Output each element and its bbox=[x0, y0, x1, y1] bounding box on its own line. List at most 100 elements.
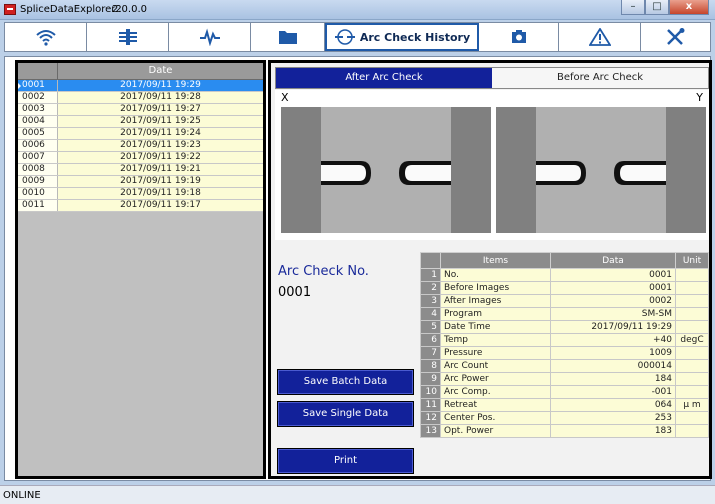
list-item[interactable]: 0010 2017/09/11 19:18 bbox=[18, 188, 263, 200]
list-item[interactable]: 0003 2017/09/11 19:27 bbox=[18, 104, 263, 116]
list-item-number: 0004 bbox=[18, 116, 58, 127]
app-version: 2.0.0.0 bbox=[112, 4, 147, 15]
window-title: SpliceDataExplorer2 bbox=[20, 4, 122, 15]
fiber-images-area: X Y bbox=[275, 90, 709, 240]
list-item-date: 2017/09/11 19:18 bbox=[58, 188, 263, 199]
row-data: 064 bbox=[550, 398, 676, 412]
list-item-number: 0003 bbox=[18, 104, 58, 115]
list-item[interactable]: 0001 2017/09/11 19:29 bbox=[18, 80, 263, 92]
row-number: 7 bbox=[420, 346, 441, 360]
y-view-label: Y bbox=[696, 91, 703, 104]
list-item-number: 0011 bbox=[18, 200, 58, 211]
row-number: 6 bbox=[420, 333, 441, 347]
row-item: Arc Count bbox=[440, 359, 551, 373]
camera-icon bbox=[511, 30, 526, 43]
row-unit bbox=[675, 346, 709, 360]
list-item-number: 0008 bbox=[18, 164, 58, 175]
close-button[interactable]: x bbox=[669, 0, 709, 15]
folder-icon bbox=[278, 31, 297, 44]
list-item-number: 0005 bbox=[18, 128, 58, 139]
toolbar-splice-button[interactable] bbox=[87, 23, 169, 51]
row-number: 11 bbox=[420, 398, 441, 412]
row-data: 253 bbox=[550, 411, 676, 425]
table-row: 3 After Images 0002 bbox=[420, 294, 709, 308]
list-item-number: 0010 bbox=[18, 188, 58, 199]
table-row: 10 Arc Comp. -001 bbox=[420, 385, 709, 399]
fiber-ends-x bbox=[321, 161, 451, 185]
toolbar-warning-button[interactable] bbox=[559, 23, 641, 51]
row-item: Program bbox=[440, 307, 551, 321]
column-header-unit: Unit bbox=[675, 252, 709, 269]
list-item-date: 2017/09/11 19:23 bbox=[58, 140, 263, 151]
row-data: 184 bbox=[550, 372, 676, 386]
list-item[interactable]: 0007 2017/09/11 19:22 bbox=[18, 152, 263, 164]
toolbar-arc-check-history-button[interactable]: Arc Check History bbox=[325, 23, 479, 51]
list-item-date: 2017/09/11 19:17 bbox=[58, 200, 263, 211]
list-item-number: 0001 bbox=[18, 80, 58, 91]
toolbar-camera-button[interactable] bbox=[479, 23, 559, 51]
toolbar-wifi-button[interactable] bbox=[5, 23, 87, 51]
toolbar-monitor-button[interactable] bbox=[169, 23, 251, 51]
tab-after-arc-check[interactable]: After Arc Check bbox=[276, 68, 492, 88]
fiber-ends-y bbox=[536, 161, 666, 185]
row-unit bbox=[675, 424, 709, 438]
x-view-label: X bbox=[281, 91, 289, 104]
wifi-icon bbox=[35, 30, 56, 46]
toolbar-tools-button[interactable] bbox=[641, 23, 710, 51]
row-number: 5 bbox=[420, 320, 441, 334]
row-data: 000014 bbox=[550, 359, 676, 373]
row-unit bbox=[675, 359, 709, 373]
list-header-date[interactable]: Date bbox=[58, 63, 263, 79]
arc-check-detail-panel: After Arc Check Before Arc Check X Y Arc… bbox=[268, 60, 712, 479]
fiber-image-x bbox=[281, 107, 491, 233]
list-item[interactable]: 0006 2017/09/11 19:23 bbox=[18, 140, 263, 152]
tab-before-arc-check[interactable]: Before Arc Check bbox=[492, 68, 708, 88]
list-item[interactable]: 0009 2017/09/11 19:19 bbox=[18, 176, 263, 188]
save-single-data-button[interactable]: Save Single Data bbox=[277, 401, 414, 427]
row-data: 1009 bbox=[550, 346, 676, 360]
tools-icon bbox=[666, 28, 684, 45]
row-data: +40 bbox=[550, 333, 676, 347]
list-item[interactable]: 0008 2017/09/11 19:21 bbox=[18, 164, 263, 176]
row-unit bbox=[675, 294, 709, 308]
fiber-image-y bbox=[496, 107, 706, 233]
maximize-button[interactable]: □ bbox=[645, 0, 669, 15]
table-row: 11 Retreat 064 μ m bbox=[420, 398, 709, 412]
arc-check-no-value: 0001 bbox=[278, 285, 312, 300]
splice-icon bbox=[118, 29, 137, 45]
row-unit bbox=[675, 320, 709, 334]
table-row: 5 Date Time 2017/09/11 19:29 bbox=[420, 320, 709, 334]
table-row: 4 Program SM-SM bbox=[420, 307, 709, 321]
row-item: Arc Power bbox=[440, 372, 551, 386]
list-item[interactable]: 0005 2017/09/11 19:24 bbox=[18, 128, 263, 140]
row-number: 9 bbox=[420, 372, 441, 386]
row-number: 8 bbox=[420, 359, 441, 373]
row-unit: degC bbox=[675, 333, 709, 347]
table-header-row: Items Data Unit bbox=[420, 252, 709, 269]
list-item-date: 2017/09/11 19:19 bbox=[58, 176, 263, 187]
table-row: 1 No. 0001 bbox=[420, 268, 709, 282]
row-unit bbox=[675, 372, 709, 386]
list-item[interactable]: 0004 2017/09/11 19:25 bbox=[18, 116, 263, 128]
list-item[interactable]: 0011 2017/09/11 19:17 bbox=[18, 200, 263, 212]
list-rows: 0001 2017/09/11 19:29 0002 2017/09/11 19:28… bbox=[18, 80, 263, 212]
list-item-number: 0009 bbox=[18, 176, 58, 187]
table-row: 9 Arc Power 184 bbox=[420, 372, 709, 386]
row-item: Retreat bbox=[440, 398, 551, 412]
row-data: 0001 bbox=[550, 281, 676, 295]
toolbar-folder-button[interactable] bbox=[251, 23, 325, 51]
list-item-date: 2017/09/11 19:24 bbox=[58, 128, 263, 139]
list-item-date: 2017/09/11 19:25 bbox=[58, 116, 263, 127]
save-batch-data-button[interactable]: Save Batch Data bbox=[277, 369, 414, 395]
row-number: 2 bbox=[420, 281, 441, 295]
minimize-button[interactable]: – bbox=[621, 0, 645, 15]
list-item-number: 0002 bbox=[18, 92, 58, 103]
list-item-number: 0007 bbox=[18, 152, 58, 163]
list-item-date: 2017/09/11 19:27 bbox=[58, 104, 263, 115]
print-button[interactable]: Print bbox=[277, 448, 414, 474]
heartbeat-icon bbox=[199, 28, 220, 46]
row-data: 2017/09/11 19:29 bbox=[550, 320, 676, 334]
list-item-date: 2017/09/11 19:28 bbox=[58, 92, 263, 103]
main-toolbar: Arc Check History bbox=[4, 22, 711, 52]
list-item[interactable]: 0002 2017/09/11 19:28 bbox=[18, 92, 263, 104]
